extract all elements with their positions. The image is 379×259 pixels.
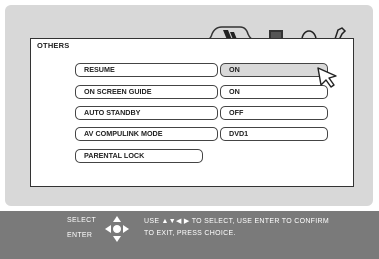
pointer-cursor-icon bbox=[317, 67, 337, 88]
enter-key-label: ENTER bbox=[67, 232, 93, 239]
setting-row-auto-standby[interactable]: AUTO STANDBY OFF bbox=[75, 106, 328, 120]
setting-value[interactable]: DVD1 bbox=[220, 127, 328, 141]
setting-row-on-screen-guide[interactable]: ON SCREEN GUIDE ON bbox=[75, 85, 328, 99]
help-bar: SELECT ENTER USE ▲▼◀ ▶ TO SELECT, USE EN… bbox=[0, 211, 379, 259]
setting-row-parental-lock[interactable]: PARENTAL LOCK bbox=[75, 149, 325, 163]
setting-value[interactable]: OFF bbox=[220, 106, 328, 120]
setting-value[interactable]: ON bbox=[220, 85, 328, 99]
setting-label: RESUME bbox=[75, 63, 218, 77]
help-line-2: TO EXIT, PRESS CHOICE. bbox=[144, 230, 236, 237]
setting-label: AV COMPULINK MODE bbox=[75, 127, 218, 141]
section-title: OTHERS bbox=[37, 41, 70, 50]
setting-label: AUTO STANDBY bbox=[75, 106, 218, 120]
setting-row-av-compulink-mode[interactable]: AV COMPULINK MODE DVD1 bbox=[75, 127, 328, 141]
setting-label: PARENTAL LOCK bbox=[75, 149, 203, 163]
dpad-icon bbox=[105, 216, 129, 242]
setting-value[interactable]: ON bbox=[220, 63, 328, 77]
dvd-setup-screen: OTHERS RESUME ON ON SCREEN GUIDE ON AUTO… bbox=[0, 0, 379, 259]
setting-label: ON SCREEN GUIDE bbox=[75, 85, 218, 99]
help-line-1: USE ▲▼◀ ▶ TO SELECT, USE ENTER TO CONFIR… bbox=[144, 218, 329, 225]
select-key-label: SELECT bbox=[67, 217, 97, 224]
setting-row-resume[interactable]: RESUME ON bbox=[75, 63, 328, 77]
